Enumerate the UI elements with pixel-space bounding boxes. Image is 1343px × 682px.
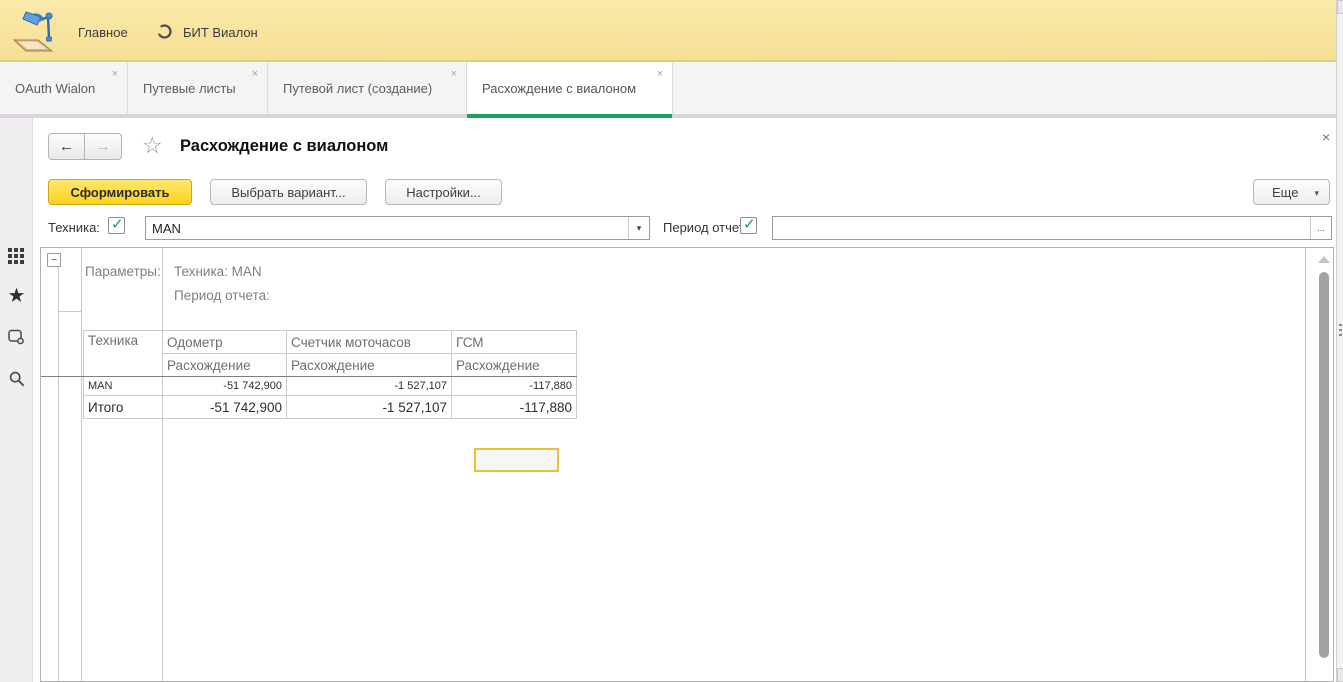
settings-button[interactable]: Настройки... (385, 179, 502, 205)
tab-label: Путевой лист (создание) (283, 81, 432, 96)
value-cell[interactable]: -51 742,900 (163, 377, 287, 396)
page-title: Расхождение с виалоном (180, 137, 388, 156)
column-header-engine-hours[interactable]: Счетчик моточасов (287, 331, 452, 354)
forward-button[interactable]: → (85, 133, 122, 160)
tab-close-icon[interactable]: × (112, 69, 118, 80)
collapse-group-icon[interactable]: − (47, 253, 61, 267)
column-header-tech[interactable]: Техника (84, 331, 163, 377)
scroll-up-icon[interactable] (1318, 256, 1330, 263)
scrollbar-top-button[interactable] (1337, 0, 1343, 14)
tab-close-icon[interactable]: × (252, 69, 258, 80)
top-menu-bar: Главное БИТ Виалон (0, 0, 1336, 62)
value-cell[interactable]: -51 742,900 (163, 396, 287, 419)
checkmark-icon: ✓ (111, 215, 124, 233)
tech-filter-combo: ▾ (145, 216, 650, 240)
subheader-discrepancy[interactable]: Расхождение (287, 354, 452, 377)
1c-logo-icon (8, 4, 60, 58)
tab-label: OAuth Wialon (15, 81, 95, 96)
period-browse-button[interactable]: ... (1310, 217, 1331, 239)
favorites-star-icon[interactable]: ★ (0, 286, 33, 306)
report-scrollbar-thumb[interactable] (1319, 272, 1329, 658)
function-menu-icon[interactable] (0, 248, 33, 268)
choose-variant-button[interactable]: Выбрать вариант... (210, 179, 367, 205)
grid-line (162, 248, 163, 681)
row-header-cell[interactable]: Итого (84, 396, 163, 419)
tab-close-icon[interactable]: × (657, 69, 663, 80)
selected-cell-highlight[interactable] (474, 448, 559, 472)
window-scrollbar[interactable] (1336, 0, 1343, 682)
tab-wialon-discrepancy[interactable]: Расхождение с виалоном × (467, 62, 673, 114)
menu-item-main[interactable]: Главное (78, 25, 128, 40)
value-cell[interactable]: -1 527,107 (287, 396, 452, 419)
subheader-discrepancy[interactable]: Расхождение (163, 354, 287, 377)
report-spreadsheet: − Параметры: Техника: MAN Период отчета:… (40, 247, 1334, 682)
column-header-odometer[interactable]: Одометр (163, 331, 287, 354)
period-filter-field: ... (772, 216, 1332, 240)
tab-close-icon[interactable]: × (451, 69, 457, 80)
scrollbar-bottom-button[interactable] (1337, 668, 1343, 682)
tab-bar: OAuth Wialon × Путевые листы × Путевой л… (0, 62, 1336, 118)
search-icon[interactable] (0, 370, 33, 391)
form-close-icon[interactable]: × (1322, 129, 1330, 145)
header-divider-line (41, 376, 83, 377)
application-window: Главное БИТ Виалон OAuth Wialon × Путевы… (0, 0, 1343, 682)
table-row: MAN -51 742,900 -1 527,107 -117,880 (84, 377, 577, 396)
params-tech-value: Техника: MAN (174, 264, 262, 279)
scrollbar-grip[interactable] (1339, 324, 1342, 338)
tab-label: Расхождение с виалоном (482, 81, 636, 96)
group-bracket-line (58, 267, 59, 681)
subsystem-ring-icon (156, 23, 173, 40)
add-to-favorites-icon[interactable]: ☆ (142, 132, 163, 159)
column-header-fuel[interactable]: ГСМ (452, 331, 577, 354)
report-scroll-divider (1305, 248, 1306, 681)
tab-oauth-wialon[interactable]: OAuth Wialon × (0, 62, 128, 114)
back-button[interactable]: ← (48, 133, 85, 160)
value-cell[interactable]: -1 527,107 (287, 377, 452, 396)
grid-line (81, 248, 82, 681)
value-cell[interactable]: -117,880 (452, 396, 577, 419)
value-cell[interactable]: -117,880 (452, 377, 577, 396)
tab-waybills[interactable]: Путевые листы × (128, 62, 268, 114)
table-row-total: Итого -51 742,900 -1 527,107 -117,880 (84, 396, 577, 419)
history-icon[interactable] (0, 328, 33, 349)
tab-label: Путевые листы (143, 81, 236, 96)
tech-filter-checkbox[interactable]: ✓ (108, 217, 125, 234)
group-bracket-tick (58, 311, 82, 312)
tech-filter-input[interactable] (146, 217, 627, 239)
more-label: Еще (1272, 185, 1298, 200)
more-button[interactable]: Еще ▾ (1253, 179, 1330, 205)
period-filter-input[interactable] (773, 217, 1309, 239)
menu-item-bit-wialon[interactable]: БИТ Виалон (183, 25, 258, 40)
tool-sidebar: ★ (0, 118, 33, 682)
generate-button[interactable]: Сформировать (48, 179, 192, 205)
checkmark-icon: ✓ (743, 215, 756, 233)
params-period-value: Период отчета: (174, 288, 270, 303)
chevron-down-icon: ▾ (1314, 188, 1319, 199)
params-label: Параметры: (85, 264, 161, 279)
subheader-discrepancy[interactable]: Расхождение (452, 354, 577, 377)
history-nav-group: ← → (48, 133, 122, 160)
tab-waybill-create[interactable]: Путевой лист (создание) × (268, 62, 467, 114)
period-filter-checkbox[interactable]: ✓ (740, 217, 757, 234)
report-table: Техника Одометр Счетчик моточасов ГСМ Ра… (83, 330, 577, 419)
row-header-cell[interactable]: MAN (84, 377, 163, 396)
tech-dropdown-button[interactable]: ▾ (628, 217, 649, 239)
tech-filter-label: Техника: (48, 220, 100, 235)
